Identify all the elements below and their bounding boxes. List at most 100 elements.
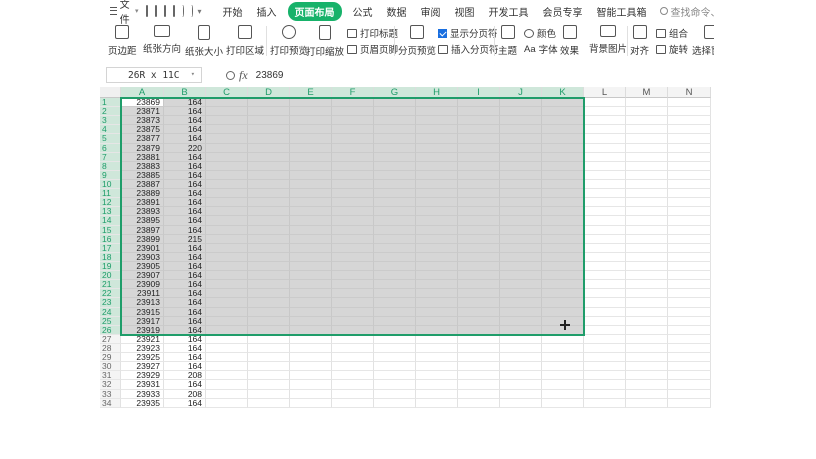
cell-h3[interactable] bbox=[416, 116, 458, 126]
background-image-button[interactable]: 背景图片 bbox=[589, 25, 627, 55]
cell-d34[interactable] bbox=[248, 398, 290, 408]
column-header-k[interactable]: K bbox=[542, 87, 584, 98]
cell-h2[interactable] bbox=[416, 107, 458, 117]
cell-j14[interactable] bbox=[500, 216, 542, 226]
cell-j3[interactable] bbox=[500, 116, 542, 126]
cell-m5[interactable] bbox=[626, 134, 668, 144]
cell-h30[interactable] bbox=[416, 362, 458, 372]
cell-c27[interactable] bbox=[206, 334, 248, 344]
cell-n33[interactable] bbox=[668, 389, 711, 399]
cell-k5[interactable] bbox=[542, 134, 584, 144]
column-header-i[interactable]: I bbox=[458, 87, 500, 98]
cell-l30[interactable] bbox=[584, 362, 626, 372]
cell-g26[interactable] bbox=[374, 325, 416, 335]
cell-d9[interactable] bbox=[248, 170, 290, 180]
cell-k13[interactable] bbox=[542, 207, 584, 217]
cell-b1[interactable]: 164 bbox=[164, 98, 206, 108]
cell-h32[interactable] bbox=[416, 380, 458, 390]
cell-i28[interactable] bbox=[458, 343, 500, 354]
cell-m21[interactable] bbox=[626, 280, 668, 290]
command-search[interactable]: 查找命令、搜索模板 bbox=[659, 4, 714, 19]
cell-f19[interactable] bbox=[332, 261, 374, 272]
cell-c5[interactable] bbox=[206, 134, 248, 144]
cell-n19[interactable] bbox=[668, 261, 711, 272]
cell-a16[interactable]: 23899 bbox=[121, 234, 164, 244]
cell-c9[interactable] bbox=[206, 170, 248, 180]
cell-m13[interactable] bbox=[626, 207, 668, 217]
cell-h15[interactable] bbox=[416, 225, 458, 235]
cell-k28[interactable] bbox=[542, 343, 584, 354]
cell-b8[interactable]: 164 bbox=[164, 161, 206, 171]
cell-e33[interactable] bbox=[290, 389, 332, 399]
cell-d2[interactable] bbox=[248, 107, 290, 117]
zoom-icon[interactable] bbox=[226, 70, 235, 80]
cell-g29[interactable] bbox=[374, 353, 416, 363]
cell-a25[interactable]: 23917 bbox=[121, 316, 164, 326]
cell-j22[interactable] bbox=[500, 289, 542, 299]
cell-b21[interactable]: 164 bbox=[164, 280, 206, 290]
cell-j5[interactable] bbox=[500, 134, 542, 144]
cell-h4[interactable] bbox=[416, 125, 458, 135]
group-button[interactable]: 组合 bbox=[656, 26, 688, 40]
cell-e4[interactable] bbox=[290, 125, 332, 135]
cell-j12[interactable] bbox=[500, 198, 542, 208]
cell-b28[interactable]: 164 bbox=[164, 343, 206, 354]
cell-b3[interactable]: 164 bbox=[164, 116, 206, 126]
print-titles-button[interactable]: 打印标题 bbox=[347, 26, 398, 40]
cell-f11[interactable] bbox=[332, 189, 374, 199]
column-header-e[interactable]: E bbox=[290, 87, 332, 98]
header-footer-button[interactable]: 页眉页脚 bbox=[347, 42, 398, 56]
cell-k9[interactable] bbox=[542, 170, 584, 180]
cell-a32[interactable]: 23931 bbox=[121, 380, 164, 390]
cell-a18[interactable]: 23903 bbox=[121, 252, 164, 262]
cell-l9[interactable] bbox=[584, 170, 626, 180]
cell-l31[interactable] bbox=[584, 371, 626, 381]
cell-d22[interactable] bbox=[248, 289, 290, 299]
cell-d14[interactable] bbox=[248, 216, 290, 226]
cell-c29[interactable] bbox=[206, 353, 248, 363]
cell-j16[interactable] bbox=[500, 234, 542, 244]
cell-l18[interactable] bbox=[584, 252, 626, 262]
cell-i26[interactable] bbox=[458, 325, 500, 335]
cell-d32[interactable] bbox=[248, 380, 290, 390]
cell-m24[interactable] bbox=[626, 307, 668, 317]
cell-l20[interactable] bbox=[584, 271, 626, 281]
cell-l26[interactable] bbox=[584, 325, 626, 335]
tab-insert[interactable]: 插入 bbox=[257, 4, 277, 19]
cell-g16[interactable] bbox=[374, 234, 416, 244]
cell-b20[interactable]: 164 bbox=[164, 271, 206, 281]
cell-f14[interactable] bbox=[332, 216, 374, 226]
row-header[interactable]: 31 bbox=[100, 371, 121, 381]
cell-l16[interactable] bbox=[584, 234, 626, 244]
cell-i8[interactable] bbox=[458, 161, 500, 171]
cell-b14[interactable]: 164 bbox=[164, 216, 206, 226]
cell-e5[interactable] bbox=[290, 134, 332, 144]
cell-h29[interactable] bbox=[416, 353, 458, 363]
cell-j28[interactable] bbox=[500, 343, 542, 354]
cell-n12[interactable] bbox=[668, 198, 711, 208]
cell-l22[interactable] bbox=[584, 289, 626, 299]
cell-b27[interactable]: 164 bbox=[164, 334, 206, 344]
column-header-a[interactable]: A bbox=[121, 87, 164, 98]
worksheet-grid[interactable]: ABCDEFGHIJKLMN 1 23869 164 2 23871 164 3 23873 1… bbox=[100, 87, 714, 459]
cell-g6[interactable] bbox=[374, 143, 416, 153]
cell-m3[interactable] bbox=[626, 116, 668, 126]
cell-b17[interactable]: 164 bbox=[164, 243, 206, 253]
cell-k15[interactable] bbox=[542, 225, 584, 235]
cell-l21[interactable] bbox=[584, 280, 626, 290]
selection-pane-button[interactable]: 选择窗格 bbox=[692, 25, 714, 57]
row-header[interactable]: 29 bbox=[100, 353, 121, 363]
cell-h14[interactable] bbox=[416, 216, 458, 226]
cell-n18[interactable] bbox=[668, 252, 711, 262]
cell-k6[interactable] bbox=[542, 143, 584, 153]
cell-h10[interactable] bbox=[416, 179, 458, 190]
cell-g25[interactable] bbox=[374, 316, 416, 326]
cell-b11[interactable]: 164 bbox=[164, 189, 206, 199]
cell-l23[interactable] bbox=[584, 298, 626, 308]
cell-j4[interactable] bbox=[500, 125, 542, 135]
cell-c16[interactable] bbox=[206, 234, 248, 244]
cell-e6[interactable] bbox=[290, 143, 332, 153]
cell-h5[interactable] bbox=[416, 134, 458, 144]
cell-i5[interactable] bbox=[458, 134, 500, 144]
cell-a22[interactable]: 23911 bbox=[121, 289, 164, 299]
